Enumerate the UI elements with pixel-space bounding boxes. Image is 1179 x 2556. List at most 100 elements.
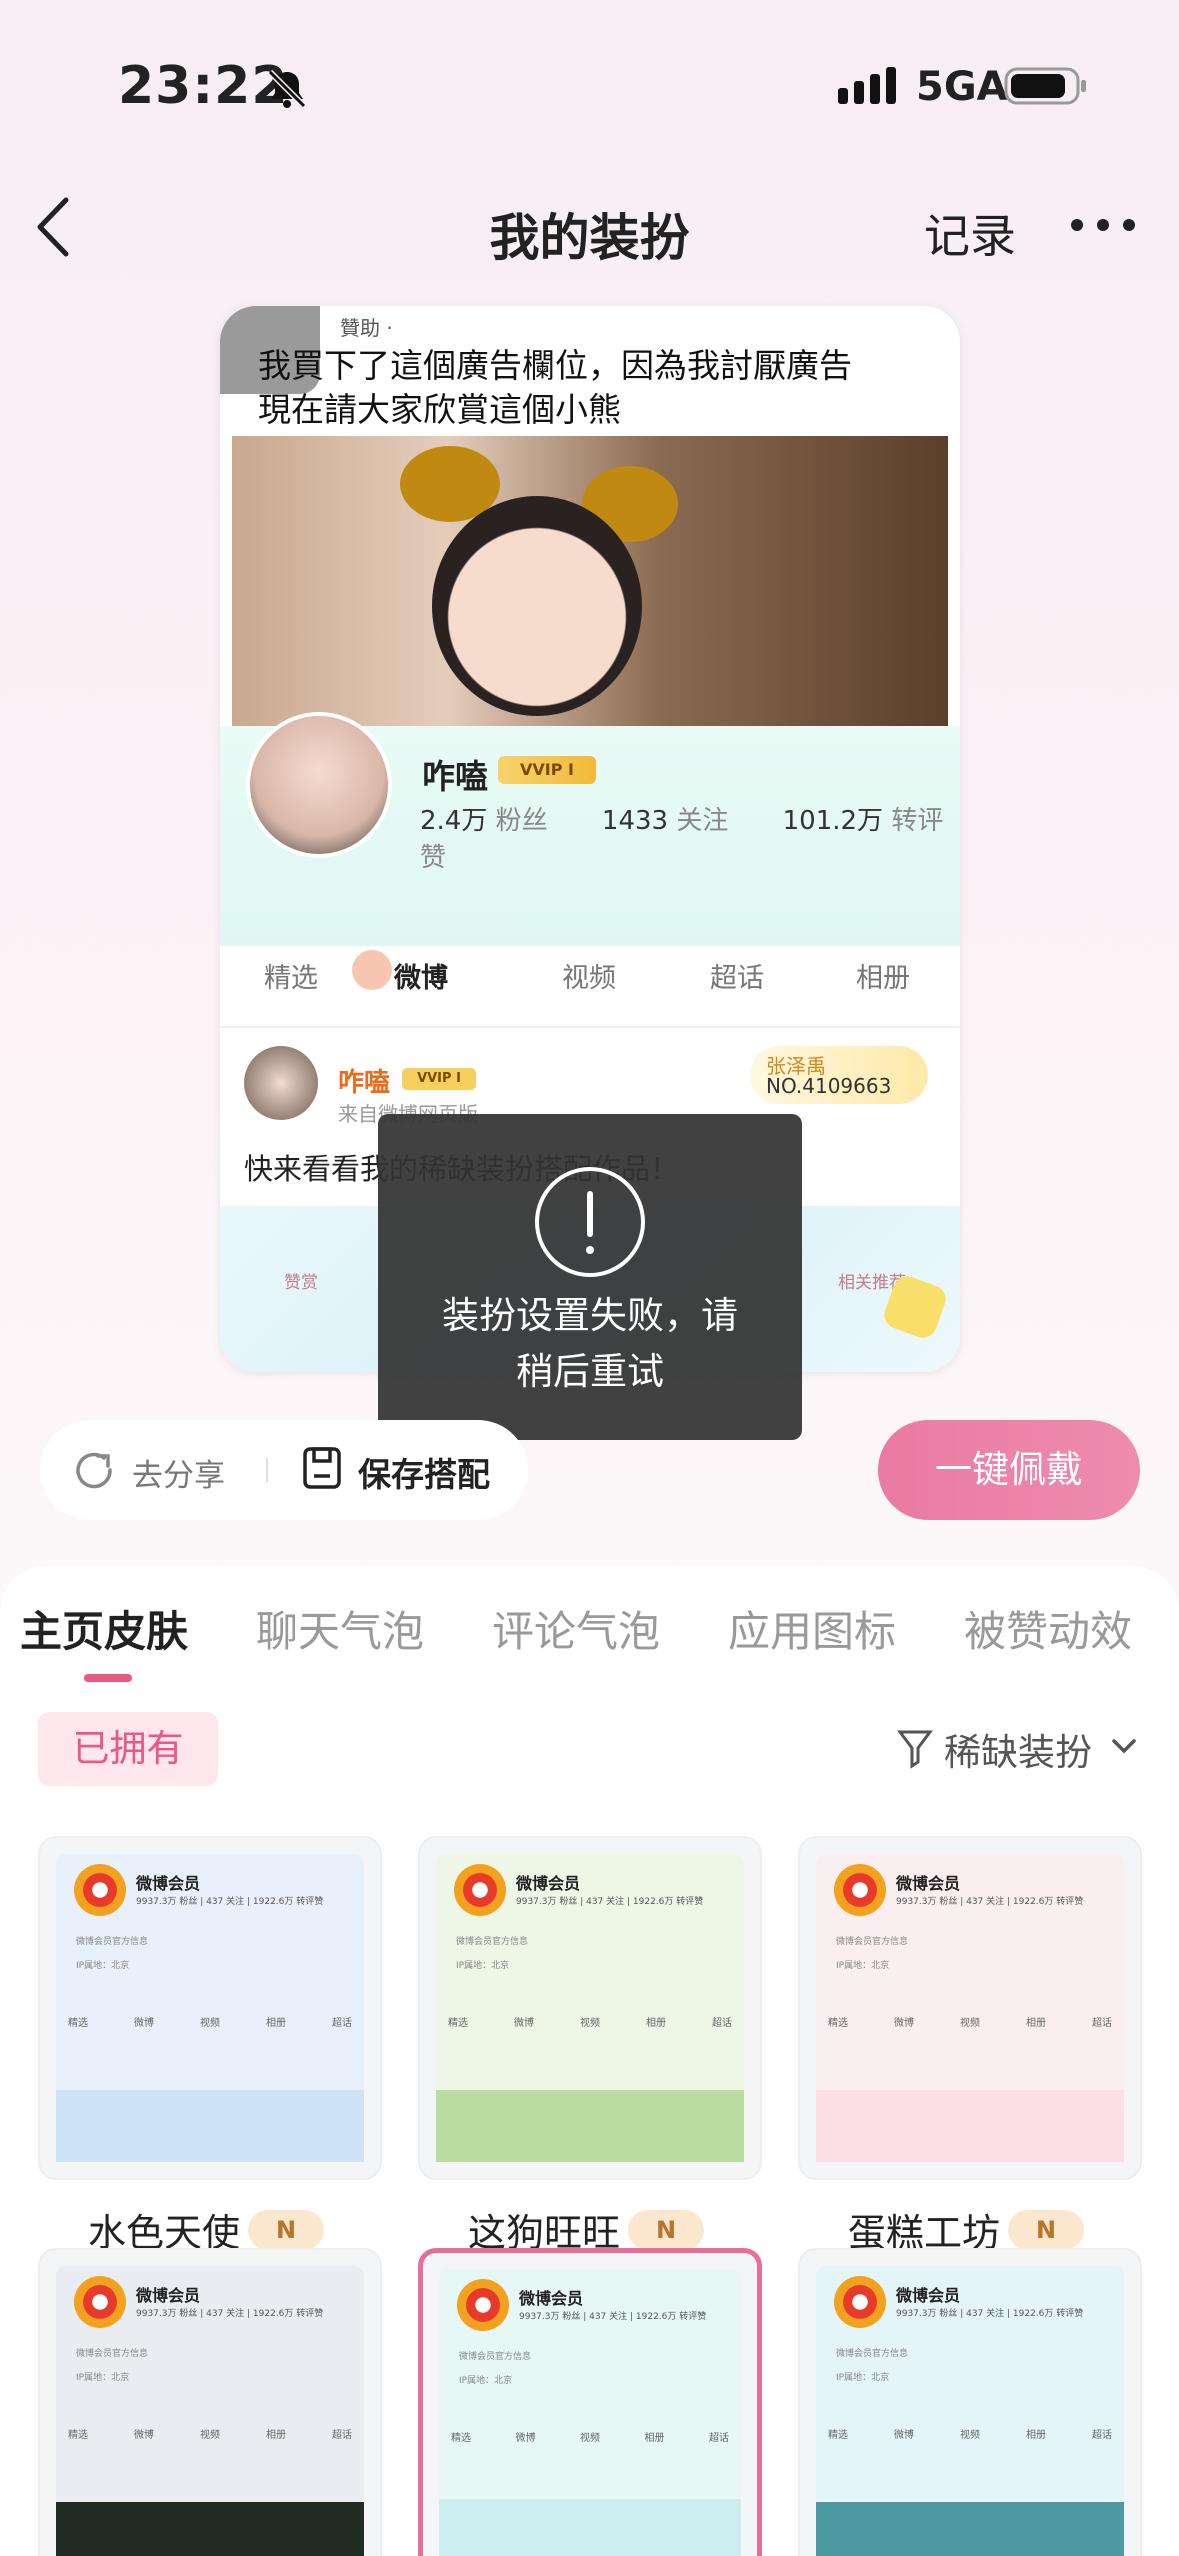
- skin-card[interactable]: 微博会员 9937.3万 粉丝 | 437 关注 | 1922.6万 转评赞 微…: [38, 2248, 382, 2556]
- post-avatar: [244, 1046, 318, 1120]
- skin-thumbnail: 微博会员 9937.3万 粉丝 | 437 关注 | 1922.6万 转评赞 微…: [439, 2269, 741, 2556]
- skin-thumb-ip: IP属地：北京: [836, 2373, 890, 2383]
- skin-thumb-tabs: 精选 微博 视频 相册 超话: [448, 2014, 732, 2029]
- more-icon[interactable]: [1068, 214, 1138, 236]
- fan-badge-number: NO.4109663: [766, 1074, 892, 1098]
- post-vip-badge: VVIP Ⅰ: [402, 1068, 476, 1090]
- skin-thumb-strip: [816, 2090, 1124, 2162]
- skin-thumb-stats: 9937.3万 粉丝 | 437 关注 | 1922.6万 转评赞: [516, 1897, 704, 1907]
- weibo-logo-icon: [834, 1864, 886, 1916]
- record-button[interactable]: 记录: [924, 200, 1016, 266]
- signal-icon: [838, 67, 896, 104]
- skin-thumb-name: 微博会员: [896, 1874, 961, 1893]
- bell-off-icon: [267, 69, 307, 109]
- preview-tab-featured: 精选: [264, 963, 318, 994]
- skin-thumb-tab: 超话: [709, 2433, 729, 2444]
- skin-thumbnail: 微博会员 9937.3万 粉丝 | 437 关注 | 1922.6万 转评赞 微…: [56, 1854, 364, 2162]
- skin-thumb-tab: 微博: [134, 2430, 154, 2441]
- profile-name: 咋嗑: [422, 757, 488, 796]
- skin-thumb-tab: 微博: [515, 2433, 536, 2444]
- skin-thumb-name: 微博会员: [136, 1874, 201, 1893]
- skin-thumb-stats: 9937.3万 粉丝 | 437 关注 | 1922.6万 转评赞: [519, 2312, 707, 2322]
- skin-card[interactable]: 微博会员 9937.3万 粉丝 | 437 关注 | 1922.6万 转评赞 微…: [418, 2248, 762, 2556]
- tab-indicator: [84, 1674, 132, 1682]
- skin-thumb-tab: 精选: [451, 2433, 471, 2444]
- skin-thumb-tab: 精选: [828, 2018, 848, 2029]
- tab-homepage-skin[interactable]: 主页皮肤: [20, 1598, 188, 1659]
- follow-count: 1433: [601, 806, 669, 836]
- skin-thumb-line: 微博会员官方信息: [836, 1937, 909, 1947]
- skin-thumb-tab: 精选: [68, 2018, 88, 2029]
- skin-thumb-tab: 视频: [200, 2018, 220, 2029]
- fans-label: 粉丝: [495, 806, 548, 836]
- skin-thumb-tab: 相册: [1026, 2430, 1046, 2441]
- portrait: [432, 496, 642, 716]
- skin-card[interactable]: 微博会员 9937.3万 粉丝 | 437 关注 | 1922.6万 转评赞 微…: [798, 1836, 1142, 2180]
- skin-thumb-line: 微博会员官方信息: [76, 2349, 149, 2359]
- share-button[interactable]: 去分享: [132, 1450, 225, 1495]
- divider: [266, 1458, 268, 1482]
- skin-thumb-tab: 超话: [1092, 2018, 1112, 2029]
- preview-tab-video: 视频: [562, 963, 616, 994]
- skin-thumb-tab: 超话: [332, 2018, 352, 2029]
- avatar: [246, 712, 392, 858]
- tab-app-icon[interactable]: 应用图标: [728, 1598, 896, 1659]
- skin-thumb-name: 微博会员: [516, 1874, 581, 1893]
- skin-thumb-tab: 超话: [1092, 2430, 1112, 2441]
- skin-thumb-tabs: 精选 微博 视频 相册 超话: [828, 2426, 1112, 2441]
- share-icon[interactable]: [74, 1450, 114, 1490]
- skin-card[interactable]: 微博会员 9937.3万 粉丝 | 437 关注 | 1922.6万 转评赞 微…: [38, 1836, 382, 2180]
- skin-thumb-tab: 微博: [134, 2018, 154, 2029]
- skin-thumb-line: 微博会员官方信息: [459, 2352, 532, 2362]
- vip-badge: VVIP Ⅰ: [498, 756, 596, 784]
- skin-thumb-strip: [816, 2502, 1124, 2556]
- weibo-logo-icon: [457, 2279, 509, 2331]
- skin-thumb-strip: [439, 2499, 741, 2556]
- skin-thumb-tab: 相册: [266, 2430, 286, 2441]
- skin-thumb-name: 微博会员: [896, 2286, 961, 2305]
- weibo-logo-icon: [454, 1864, 506, 1916]
- tier-badge: N: [1008, 2210, 1084, 2250]
- skin-thumb-tabs: 精选 微博 视频 相册 超话: [68, 2014, 352, 2029]
- skin-thumb-stats: 9937.3万 粉丝 | 437 关注 | 1922.6万 转评赞: [136, 1897, 324, 1907]
- skin-thumb-stats: 9937.3万 粉丝 | 437 关注 | 1922.6万 转评赞: [136, 2309, 324, 2319]
- tab-like-effect[interactable]: 被赞动效: [964, 1598, 1132, 1659]
- skin-card[interactable]: 微博会员 9937.3万 粉丝 | 437 关注 | 1922.6万 转评赞 微…: [798, 2248, 1142, 2556]
- ad-tag: 贊助 ·: [340, 316, 393, 340]
- skin-thumb-tab: 相册: [1026, 2018, 1046, 2029]
- rare-filter-icon[interactable]: [896, 1726, 936, 1770]
- skin-thumb-name: 微博会员: [136, 2286, 201, 2305]
- skin-thumb-tab: 视频: [960, 2430, 980, 2441]
- tab-chat-bubble[interactable]: 聊天气泡: [256, 1598, 424, 1659]
- share-save-bar: 去分享 保存搭配: [40, 1420, 528, 1520]
- battery-icon: [1004, 67, 1086, 105]
- profile-stats: 2.4万 粉丝 1433 关注 101.2万 转评赞: [420, 800, 960, 874]
- tier-badge: N: [628, 2210, 704, 2250]
- owned-filter[interactable]: 已拥有: [38, 1712, 218, 1786]
- save-combo-button[interactable]: 保存搭配: [358, 1448, 490, 1496]
- skin-thumb-tab: 视频: [580, 2018, 600, 2029]
- rare-filter[interactable]: 稀缺装扮: [944, 1722, 1092, 1776]
- skin-thumb-line: 微博会员官方信息: [456, 1937, 529, 1947]
- error-toast: 装扮设置失败，请 稍后重试: [378, 1114, 802, 1440]
- skin-thumb-tab: 精选: [68, 2430, 88, 2441]
- fans-count: 2.4万: [420, 806, 488, 836]
- skin-thumb-tab: 微博: [894, 2430, 914, 2441]
- heart-icon: [352, 950, 392, 990]
- chevron-down-icon[interactable]: [1110, 1736, 1138, 1756]
- wear-all-button[interactable]: 一键佩戴: [878, 1420, 1140, 1520]
- save-icon[interactable]: [302, 1446, 342, 1490]
- skin-thumb-tabs: 精选 微博 视频 相册 超话: [828, 2014, 1112, 2029]
- skin-card[interactable]: 微博会员 9937.3万 粉丝 | 437 关注 | 1922.6万 转评赞 微…: [418, 1836, 762, 2180]
- skin-thumbnail: 微博会员 9937.3万 粉丝 | 437 关注 | 1922.6万 转评赞 微…: [56, 2266, 364, 2556]
- skin-thumb-strip: [436, 2090, 744, 2162]
- post-author: 咋嗑: [338, 1068, 391, 1098]
- preview-tab-album: 相册: [856, 963, 910, 994]
- skin-thumb-tab: 超话: [332, 2430, 352, 2441]
- skin-thumb-tab: 精选: [448, 2018, 468, 2029]
- skin-thumbnail: 微博会员 9937.3万 粉丝 | 437 关注 | 1922.6万 转评赞 微…: [436, 1854, 744, 2162]
- skin-thumb-strip: [56, 2090, 364, 2162]
- ad-text: 我買下了這個廣告欄位，因為我討厭廣告 現在請大家欣賞這個小熊: [258, 346, 852, 429]
- tab-comment-bubble[interactable]: 评论气泡: [492, 1598, 660, 1659]
- weibo-logo-icon: [74, 2276, 126, 2328]
